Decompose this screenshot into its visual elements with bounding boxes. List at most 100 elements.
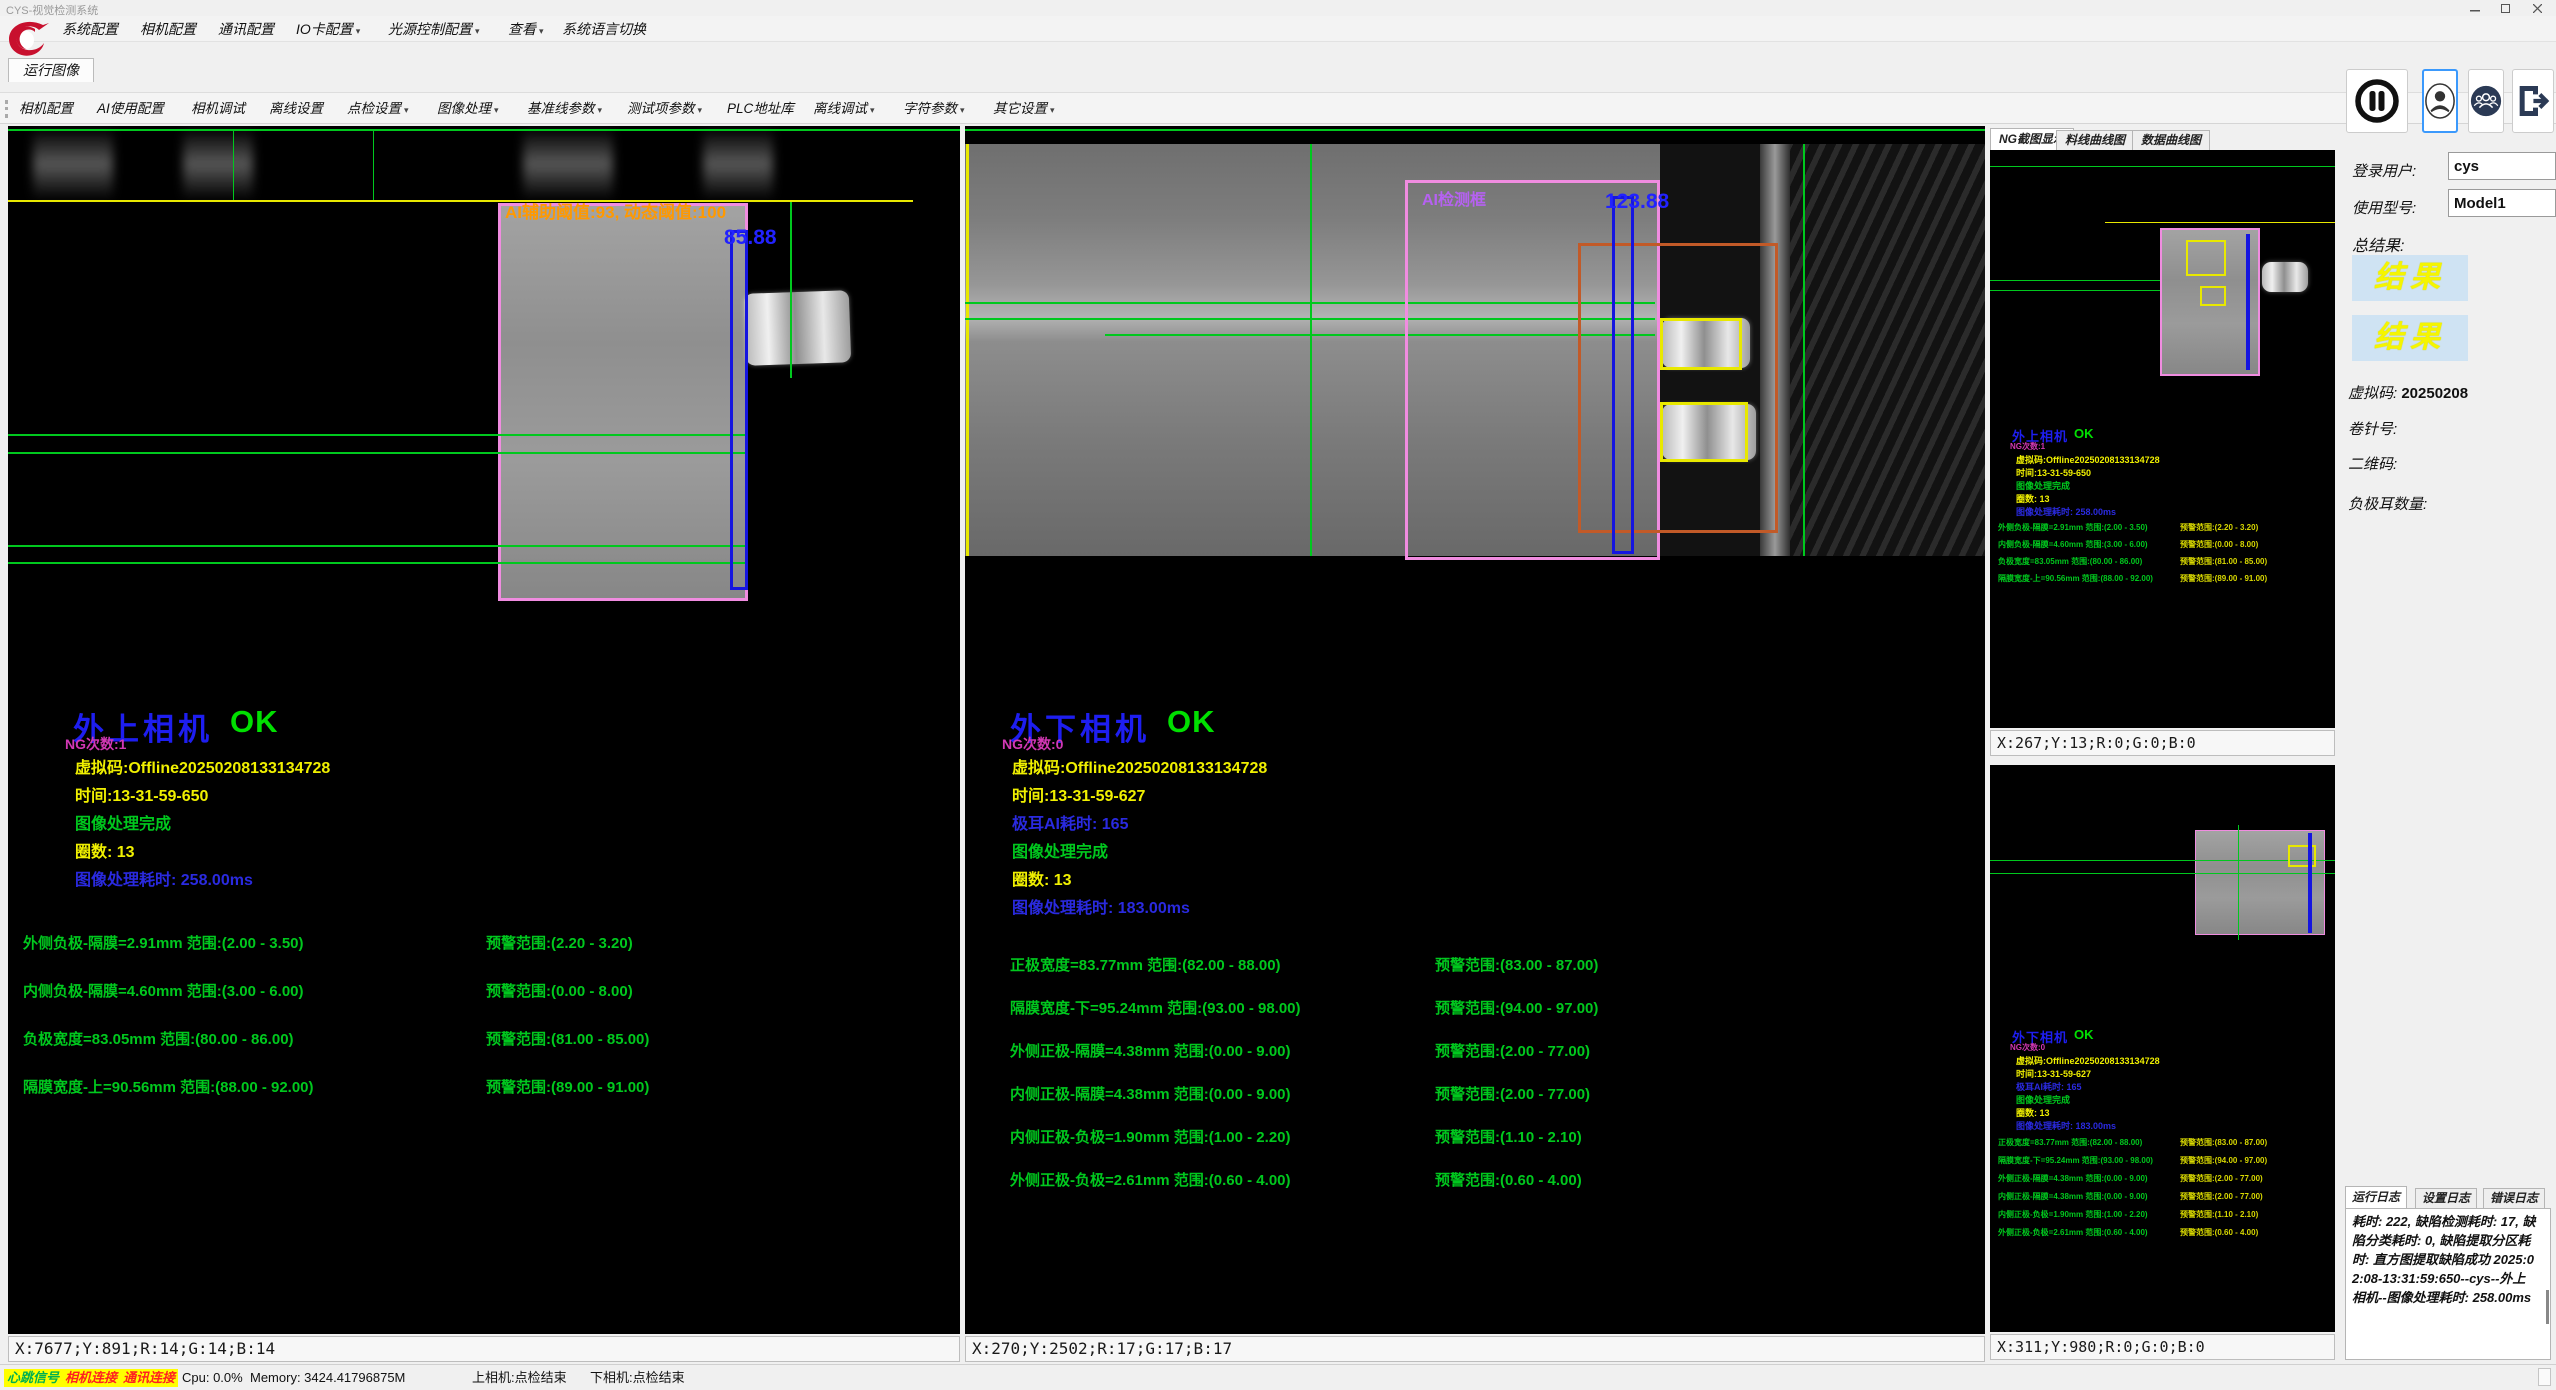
menu-io-card-config[interactable]: IO卡配置▾	[290, 19, 366, 39]
exit-icon	[2513, 81, 2553, 121]
coords-readout-thumb2: X:311;Y:980;R:0;G:0;B:0	[1990, 1334, 2335, 1360]
tool-ai-usage-config[interactable]: AI使用配置	[90, 99, 171, 119]
tool-spot-check-setting[interactable]: 点检设置▾	[340, 99, 416, 119]
tab-ai-time-osd: 极耳AI耗时: 165	[1012, 810, 1128, 834]
time-osd: 时间:13-31-59-627	[1012, 782, 1145, 806]
overlay-line	[1990, 873, 2335, 874]
electrode-tab-metal	[2262, 262, 2308, 292]
virtual-code-mini: 虚拟码:Offline20250208133134728	[2016, 453, 2160, 466]
memory-usage: Memory: 3424.41796875M	[250, 1369, 405, 1387]
loop-count-osd: 圈数: 13	[1012, 866, 1072, 890]
tab-data-curve[interactable]: 数据曲线图	[2132, 130, 2210, 150]
result-box-lower: 结果	[2352, 315, 2468, 361]
app-logo-icon	[5, 19, 49, 59]
overlay-line	[1990, 166, 2335, 167]
measurement-row-mini: 外侧负极-隔膜=2.91mm 范围:(2.00 - 3.50)预警范围:(2.2…	[1990, 522, 2335, 532]
tool-test-item-params[interactable]: 测试项参数▾	[620, 99, 709, 119]
anode-tab-count-row: 负极耳数量:	[2348, 493, 2427, 514]
tab-detect-box-mini	[2200, 286, 2226, 306]
measurement-row-mini: 负极宽度=83.05mm 范围:(80.00 - 86.00)预警范围:(81.…	[1990, 556, 2335, 566]
camera-result-mini: OK	[2074, 426, 2094, 441]
upper-camera-status: 上相机:点检结束	[472, 1369, 567, 1387]
tool-baseline-params[interactable]: 基准线参数▾	[520, 99, 609, 119]
heartbeat-status-badge: 心跳信号	[4, 1369, 62, 1387]
edge-value: 85.88	[724, 226, 777, 250]
inspection-photo	[498, 203, 748, 601]
ng-thumbnail-lower[interactable]: 外下相机 OK NG次数:0 虚拟码:Offline20250208133134…	[1990, 765, 2335, 1332]
edge-value: 123.88	[1605, 190, 1669, 214]
measurement-row: 内侧正极-隔膜=4.38mm 范围:(0.00 - 9.00)预警范围:(2.0…	[965, 1083, 1985, 1103]
tool-camera-config[interactable]: 相机配置	[12, 99, 80, 119]
tool-plc-address-lib[interactable]: PLC地址库	[720, 99, 801, 119]
measurement-row: 内侧正极-负极=1.90mm 范围:(1.00 - 2.20)预警范围:(1.1…	[965, 1126, 1985, 1146]
virtual-code-row: 虚拟码: 20250208	[2348, 382, 2468, 403]
users-button[interactable]	[2468, 69, 2504, 133]
chevron-down-icon: ▾	[1050, 105, 1055, 115]
app-window: CYS-视觉检测系统 系统配置 相机配置 通讯配置 IO卡配置▾ 光源控制配置▾…	[0, 0, 2556, 1390]
winder-number-row: 卷针号:	[2348, 418, 2397, 439]
menu-camera-config[interactable]: 相机配置	[134, 19, 202, 39]
tab-run-log[interactable]: 运行日志	[2345, 1186, 2407, 1208]
model-label: 使用型号:	[2352, 197, 2416, 218]
tool-image-processing[interactable]: 图像处理▾	[430, 99, 506, 119]
tab-run-image[interactable]: 运行图像	[8, 58, 94, 82]
camera-view-lower-outer[interactable]: AI检测框 123.88 外下相机 OK NG次数:0 虚拟码:Offline2…	[965, 126, 1985, 1334]
measurement-row-mini: 内侧正极-隔膜=4.38mm 范围:(0.00 - 9.00)预警范围:(2.0…	[1990, 1191, 2335, 1201]
overlay-line	[1803, 144, 1805, 556]
model-field[interactable]	[2448, 189, 2556, 217]
cpu-usage: Cpu: 0.0%	[182, 1369, 243, 1387]
camera-view-upper-outer[interactable]: AI辅助阈值:93, 动态阈值:100 85.88 外上相机 OK NG次数:1…	[8, 126, 960, 1334]
run-log-text[interactable]: 耗时: 222, 缺陷检测耗时: 17, 缺陷分类耗时: 0, 缺陷提取分区耗时…	[2345, 1208, 2551, 1360]
tool-camera-debug[interactable]: 相机调试	[184, 99, 252, 119]
tool-offline-debug[interactable]: 离线调试▾	[806, 99, 882, 119]
menu-system-config[interactable]: 系统配置	[56, 19, 124, 39]
ng-thumbnail-upper[interactable]: 外上相机 OK NG次数:1 虚拟码:Offline20250208133134…	[1990, 150, 2335, 728]
virtual-code-osd: 虚拟码:Offline20250208133134728	[1012, 754, 1267, 778]
loop-count-mini: 圈数: 13	[2016, 492, 2050, 505]
tab-material-curve[interactable]: 料线曲线图	[2056, 130, 2134, 150]
tab-error-log[interactable]: 错误日志	[2483, 1188, 2545, 1208]
measurement-row: 隔膜宽度-下=95.24mm 范围:(93.00 - 98.00)预警范围:(9…	[965, 997, 1985, 1017]
process-time-mini: 图像处理耗时: 183.00ms	[2016, 1119, 2116, 1132]
chevron-down-icon: ▾	[698, 105, 703, 115]
time-osd: 时间:13-31-59-650	[75, 782, 208, 806]
log-scrollbar[interactable]	[2546, 1290, 2549, 1324]
menu-comm-config[interactable]: 通讯配置	[212, 19, 280, 39]
measurement-row-mini: 内侧负极-隔膜=4.60mm 范围:(3.00 - 6.00)预警范围:(0.0…	[1990, 539, 2335, 549]
menu-light-control-config[interactable]: 光源控制配置▾	[382, 19, 486, 39]
time-mini: 时间:13-31-59-650	[2016, 466, 2091, 479]
minimize-icon[interactable]	[2462, 1, 2488, 15]
tool-char-params[interactable]: 字符参数▾	[896, 99, 972, 119]
toolbar-grip-icon[interactable]	[5, 100, 8, 118]
chevron-down-icon: ▾	[475, 26, 480, 36]
maximize-icon[interactable]	[2492, 1, 2518, 15]
login-user-field[interactable]	[2448, 152, 2556, 180]
measure-box-mini	[2308, 833, 2312, 933]
menu-language-switch[interactable]: 系统语言切换	[556, 19, 652, 39]
overlay-line	[8, 562, 745, 564]
overlay-line	[8, 200, 913, 202]
user-button[interactable]	[2422, 69, 2458, 133]
tab-setting-log[interactable]: 设置日志	[2415, 1188, 2477, 1208]
ng-count-mini: NG次数:0	[2010, 1042, 2045, 1053]
tab-detect-box	[1660, 318, 1742, 370]
chevron-down-icon: ▾	[356, 26, 361, 36]
users-icon	[2469, 83, 2503, 119]
tab-detect-box-mini	[2186, 240, 2226, 276]
overlay-line	[8, 434, 745, 436]
ng-count-mini: NG次数:1	[2010, 441, 2045, 452]
close-icon[interactable]	[2524, 1, 2550, 15]
pause-button[interactable]	[2346, 69, 2408, 133]
menu-view[interactable]: 查看▾	[502, 19, 550, 39]
lower-camera-status: 下相机:点检结束	[590, 1369, 685, 1387]
ai-threshold-text: AI辅助阈值:93, 动态阈值:100	[505, 198, 726, 223]
tool-other-settings[interactable]: 其它设置▾	[986, 99, 1062, 119]
measurement-row-mini: 内侧正极-负极=1.90mm 范围:(1.00 - 2.20)预警范围:(1.1…	[1990, 1209, 2335, 1219]
machine-bokeh	[523, 128, 613, 200]
virtual-code-osd: 虚拟码:Offline20250208133134728	[75, 754, 330, 778]
tool-offline-setting[interactable]: 离线设置	[262, 99, 330, 119]
exit-button[interactable]	[2512, 69, 2554, 133]
measurement-row: 内侧负极-隔膜=4.60mm 范围:(3.00 - 6.00)预警范围:(0.0…	[8, 980, 960, 1000]
measure-box-mini	[2246, 234, 2250, 370]
overlay-line	[790, 202, 792, 378]
